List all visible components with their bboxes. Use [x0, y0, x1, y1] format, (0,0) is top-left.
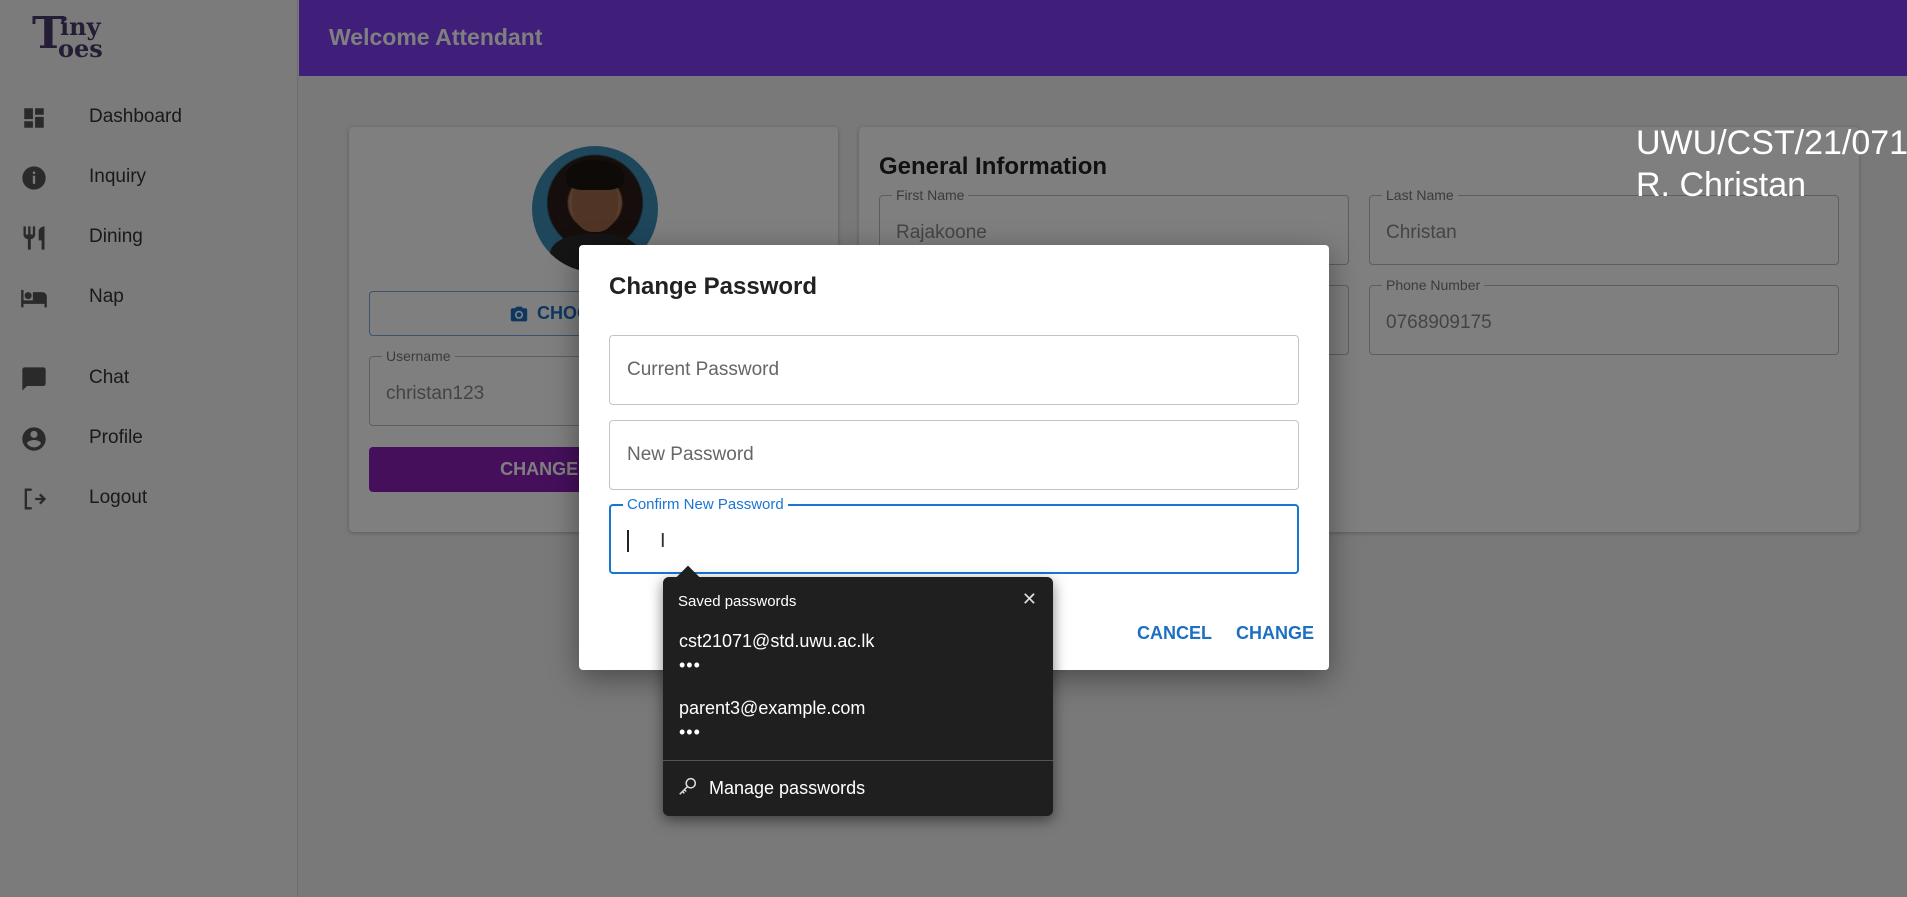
- current-password-placeholder: Current Password: [627, 359, 780, 380]
- new-password-placeholder: New Password: [627, 444, 754, 465]
- popup-divider: [663, 760, 1053, 761]
- confirm-password-label: Confirm New Password: [623, 496, 788, 513]
- saved-password-mask: •••: [679, 722, 701, 742]
- watermark-line-1: UWU/CST/21/071: [1636, 124, 1907, 162]
- saved-passwords-title: Saved passwords: [678, 593, 797, 610]
- close-icon[interactable]: ✕: [1022, 589, 1037, 610]
- current-password-input[interactable]: Current Password: [609, 335, 1299, 405]
- saved-password-username: cst21071@std.uwu.ac.lk: [679, 631, 875, 651]
- text-caret: [627, 530, 629, 552]
- saved-password-username: parent3@example.com: [679, 698, 866, 718]
- manage-passwords-label: Manage passwords: [709, 777, 866, 798]
- saved-password-mask: •••: [679, 655, 701, 675]
- cancel-button[interactable]: CANCEL: [1137, 623, 1212, 644]
- watermark-text: UWU/CST/21/071 R. Christan: [1636, 122, 1907, 206]
- saved-password-entry[interactable]: cst21071@std.uwu.ac.lk •••: [663, 631, 1053, 693]
- manage-passwords-button[interactable]: Manage passwords: [677, 770, 865, 806]
- new-password-input[interactable]: New Password: [609, 420, 1299, 490]
- key-icon: [677, 775, 699, 802]
- dialog-title: Change Password: [609, 273, 818, 300]
- saved-passwords-popup: Saved passwords ✕ cst21071@std.uwu.ac.lk…: [663, 565, 1053, 816]
- confirm-password-input[interactable]: Confirm New Password I: [609, 496, 1299, 574]
- watermark-line-2: R. Christan: [1636, 166, 1807, 204]
- change-button[interactable]: CHANGE: [1236, 623, 1314, 644]
- saved-password-entry[interactable]: parent3@example.com •••: [663, 698, 1053, 760]
- ibeam-cursor-icon: I: [660, 530, 666, 552]
